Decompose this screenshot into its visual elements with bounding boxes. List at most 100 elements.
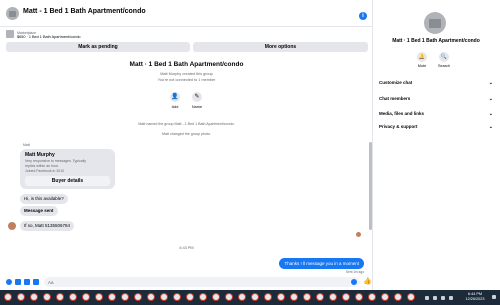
scrollbar-thumb[interactable] (369, 142, 372, 230)
buyer-details-button[interactable]: Buyer details (25, 176, 110, 186)
conversation-details-panel: Matt · 1 Bed 1 Bath Apartment/condo 🔔 Mu… (374, 0, 500, 290)
message-bubble[interactable]: If so, Matt 5135506784 (20, 221, 75, 231)
info-icon[interactable]: i (359, 12, 367, 20)
taskbar-app-icon[interactable] (225, 293, 233, 301)
taskbar-app-icon[interactable] (381, 293, 389, 301)
search-button[interactable]: 🔍 Search (434, 52, 454, 68)
chevron-down-icon: ⌄ (488, 124, 493, 130)
search-label: Search (437, 64, 451, 68)
section-label: Chat members (379, 96, 411, 101)
add-person-icon: 👤 (170, 92, 180, 102)
outgoing-message-bubble[interactable]: Thanks ! ll message you in a moment (279, 258, 364, 269)
taskbar-app-icon[interactable] (160, 293, 168, 301)
group-created-text: Matt Murphy created this group (160, 72, 213, 76)
taskbar-app-icon[interactable] (82, 293, 90, 301)
taskbar-app-icon[interactable] (277, 293, 285, 301)
taskbar-app-icon[interactable] (407, 293, 415, 301)
battery-icon[interactable] (449, 296, 453, 300)
chevron-down-icon: ⌄ (488, 80, 493, 86)
taskbar-app-icon[interactable] (342, 293, 350, 301)
taskbar-app-icon[interactable] (108, 293, 116, 301)
taskbar-app-icon[interactable] (368, 293, 376, 301)
avatar[interactable] (8, 222, 16, 230)
message-input[interactable] (48, 277, 343, 287)
system-clock[interactable]: 6:44 PM 12/26/2023 (462, 292, 488, 302)
message-box (44, 277, 360, 287)
taskbar-app-icon[interactable] (147, 293, 155, 301)
chat-title[interactable]: Matt - 1 Bed 1 Bath Apartment/condo (23, 8, 146, 15)
taskbar-app-icon[interactable] (69, 293, 77, 301)
group-avatar[interactable] (424, 12, 446, 34)
section-privacy-support[interactable]: Privacy & support ⌄ (379, 121, 493, 133)
taskbar-app-icon[interactable] (355, 293, 363, 301)
search-icon: 🔍 (439, 52, 449, 62)
message-timestamp: 6:43 PM (179, 246, 194, 250)
panel-group-name: Matt · 1 Bed 1 Bath Apartment/condo (392, 38, 480, 44)
notification-icon[interactable] (492, 295, 496, 299)
taskbar-app-icon[interactable] (17, 293, 25, 301)
emoji-icon[interactable] (351, 279, 357, 285)
mute-button[interactable]: 🔔 Mute (412, 52, 432, 68)
group-title: Matt · 1 Bed 1 Bath Apartment/condo (129, 61, 244, 68)
taskbar-app-icon[interactable] (186, 293, 194, 301)
name-group-button[interactable]: ✎ Name (187, 92, 207, 109)
chevron-down-icon: ⌄ (488, 111, 493, 117)
taskbar-app-icon[interactable] (95, 293, 103, 301)
more-options-button[interactable]: More options (193, 42, 368, 52)
taskbar-app-icon[interactable] (199, 293, 207, 301)
mark-pending-button[interactable]: Mark as pending (6, 42, 190, 52)
taskbar: 6:44 PM 12/26/2023 (0, 290, 500, 305)
group-photo-icon[interactable] (6, 7, 19, 20)
mute-label: Mute (417, 64, 427, 68)
section-chat-members[interactable]: Chat members ⌄ (379, 93, 493, 105)
name-label: Name (191, 105, 203, 109)
system-message-photo: Matt changed the group photo. (162, 132, 211, 136)
message-composer: 👍 (0, 274, 373, 290)
taskbar-app-icon[interactable] (303, 293, 311, 301)
seller-name: Matt Murphy (25, 152, 55, 158)
listing-price[interactable]: $650 · 1 Bed 1 Bath Apartment/condo (17, 35, 81, 39)
taskbar-app-icon[interactable] (134, 293, 142, 301)
taskbar-app-icon[interactable] (290, 293, 298, 301)
taskbar-app-icon[interactable] (43, 293, 51, 301)
taskbar-app-icon[interactable] (56, 293, 64, 301)
system-message-named: Matt named the group Matt - 1 Bed 1 Bath… (138, 122, 235, 126)
section-media-files[interactable]: Media, files and links ⌄ (379, 108, 493, 120)
taskbar-app-icon[interactable] (264, 293, 272, 301)
message-bubble[interactable]: Hi, is this available? (20, 194, 68, 204)
chevron-up-icon[interactable] (425, 296, 429, 300)
pencil-icon: ✎ (192, 92, 202, 102)
add-member-button[interactable]: 👤 Add (165, 92, 185, 109)
taskbar-app-icon[interactable] (4, 293, 12, 301)
taskbar-app-icon[interactable] (251, 293, 259, 301)
chat-column: Matt - 1 Bed 1 Bath Apartment/condo i Ma… (0, 0, 373, 290)
plus-icon[interactable] (6, 279, 12, 285)
network-icon[interactable] (433, 296, 437, 300)
message-bubble[interactable]: Message sent (20, 206, 58, 216)
taskbar-app-icon[interactable] (238, 293, 246, 301)
gif-icon[interactable] (33, 279, 39, 285)
like-icon[interactable]: 👍 (363, 278, 372, 286)
bell-icon: 🔔 (417, 52, 427, 62)
photo-icon[interactable] (15, 279, 21, 285)
section-customize-chat[interactable]: Customize chat ⌄ (379, 77, 493, 89)
section-label: Media, files and links (379, 111, 425, 116)
taskbar-app-icon[interactable] (316, 293, 324, 301)
clock-date: 12/26/2023 (465, 297, 485, 301)
taskbar-app-icon[interactable] (212, 293, 220, 301)
seller-joined: Joined Facebook in 2010 (25, 169, 65, 173)
section-label: Privacy & support (379, 124, 418, 129)
taskbar-app-icon[interactable] (30, 293, 38, 301)
listing-thumbnail[interactable] (6, 30, 14, 38)
section-label: Customize chat (379, 80, 413, 85)
taskbar-app-icon[interactable] (121, 293, 129, 301)
sticker-icon[interactable] (24, 279, 30, 285)
seller-description: Very responsive to messages. Typically r… (25, 159, 87, 168)
taskbar-app-icon[interactable] (173, 293, 181, 301)
chevron-down-icon: ⌄ (488, 96, 493, 102)
taskbar-app-icon[interactable] (394, 293, 402, 301)
volume-icon[interactable] (441, 296, 445, 300)
taskbar-app-icon[interactable] (329, 293, 337, 301)
connection-text: You're not connected to 1 member (157, 78, 216, 82)
marketplace-bar: Marketplace $650 · 1 Bed 1 Bath Apartmen… (0, 28, 373, 56)
